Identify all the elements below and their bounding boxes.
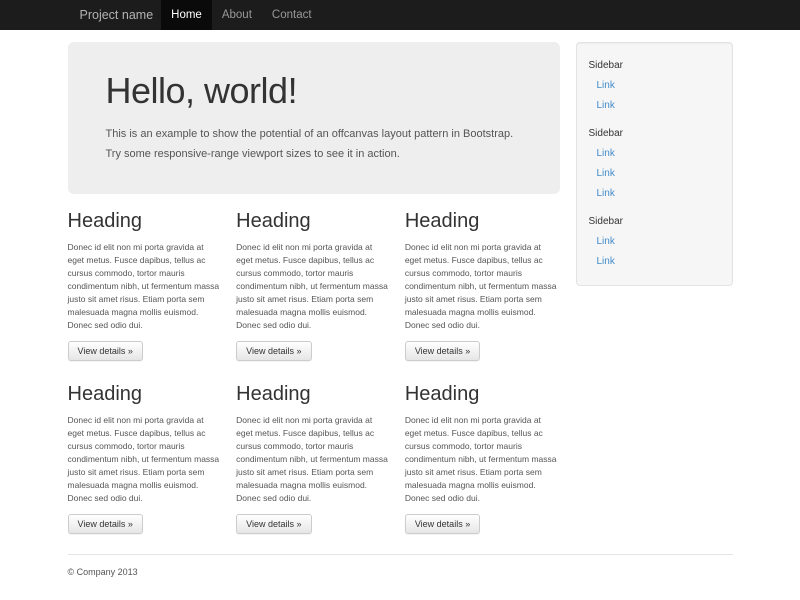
sidebar-group: Sidebar Link Link [589,56,720,116]
card: Heading Donec id elit non mi porta gravi… [236,210,391,361]
page-container: Hello, world! This is an example to show… [68,42,733,597]
card-body: Donec id elit non mi porta gravida at eg… [236,241,391,332]
card-body: Donec id elit non mi porta gravida at eg… [236,414,391,505]
card: Heading Donec id elit non mi porta gravi… [68,383,223,534]
main-column: Hello, world! This is an example to show… [68,42,560,534]
sidebar-link[interactable]: Link [589,164,720,184]
sidebar-link[interactable]: Link [589,232,720,252]
card-heading: Heading [236,383,391,406]
sidebar-link[interactable]: Link [589,252,720,272]
sidebar-group: Sidebar Link Link [589,212,720,272]
cards-grid: Heading Donec id elit non mi porta gravi… [68,210,560,534]
card: Heading Donec id elit non mi porta gravi… [405,383,560,534]
sidebar-header: Sidebar [589,56,720,76]
nav-item-about[interactable]: About [212,0,262,30]
brand-link[interactable]: Project name [80,0,154,30]
sidebar-link[interactable]: Link [589,76,720,96]
card: Heading Donec id elit non mi porta gravi… [236,383,391,534]
view-details-button[interactable]: View details » [68,514,143,534]
copyright-text: © Company 2013 [68,567,733,577]
view-details-button[interactable]: View details » [236,514,311,534]
sidebar-link[interactable]: Link [589,96,720,116]
view-details-button[interactable]: View details » [405,341,480,361]
card-heading: Heading [405,210,560,233]
sidebar-link[interactable]: Link [589,184,720,204]
nav-item-contact[interactable]: Contact [262,0,322,30]
navbar: Project name Home About Contact [0,0,800,30]
hero-panel: Hello, world! This is an example to show… [68,42,560,194]
card-body: Donec id elit non mi porta gravida at eg… [68,241,223,332]
card: Heading Donec id elit non mi porta gravi… [68,210,223,361]
nav-item-home[interactable]: Home [161,0,212,30]
card-body: Donec id elit non mi porta gravida at eg… [405,241,560,332]
sidebar-group: Sidebar Link Link Link [589,124,720,204]
card-heading: Heading [68,383,223,406]
card-heading: Heading [68,210,223,233]
hero-body: This is an example to show the potential… [106,124,522,164]
view-details-button[interactable]: View details » [405,514,480,534]
content-row: Hello, world! This is an example to show… [68,42,733,534]
card-heading: Heading [236,210,391,233]
navbar-inner: Project name Home About Contact [68,0,733,30]
hero-title: Hello, world! [106,70,522,112]
sidebar: Sidebar Link Link Sidebar Link Link Link… [576,42,733,286]
sidebar-header: Sidebar [589,124,720,144]
footer: © Company 2013 [68,554,733,597]
card-heading: Heading [405,383,560,406]
sidebar-header: Sidebar [589,212,720,232]
card-body: Donec id elit non mi porta gravida at eg… [68,414,223,505]
view-details-button[interactable]: View details » [236,341,311,361]
main-nav: Home About Contact [161,0,321,30]
view-details-button[interactable]: View details » [68,341,143,361]
sidebar-link[interactable]: Link [589,144,720,164]
card: Heading Donec id elit non mi porta gravi… [405,210,560,361]
card-body: Donec id elit non mi porta gravida at eg… [405,414,560,505]
